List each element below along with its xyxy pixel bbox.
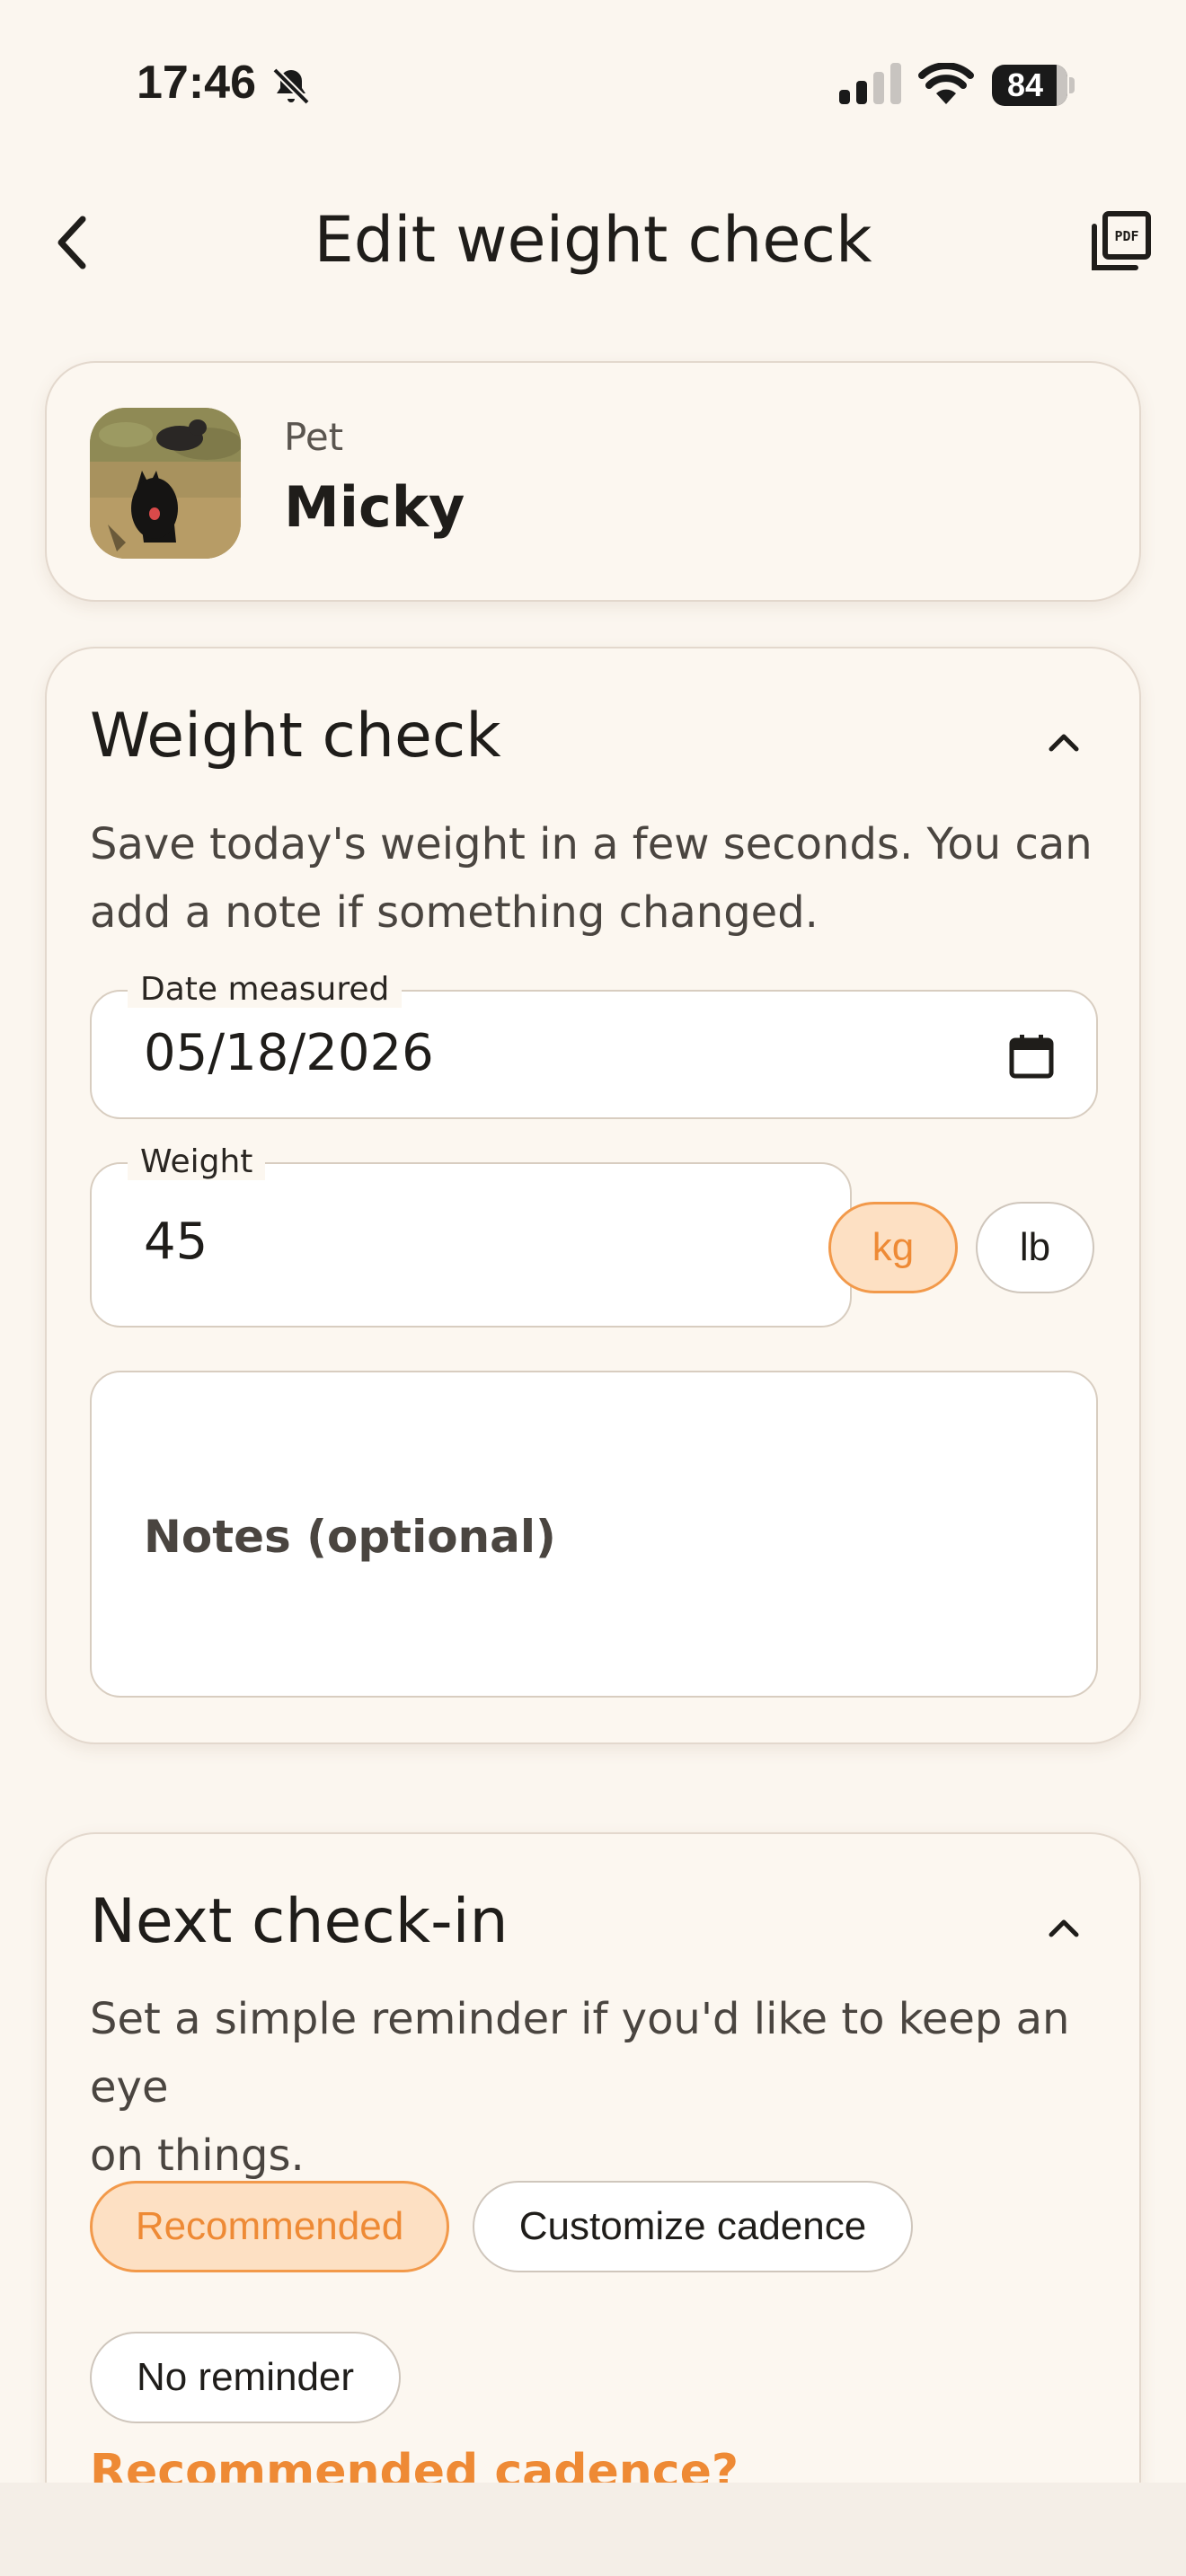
next-checkin-card: Next check-in Set a simple reminder if y… [45,1832,1141,2483]
pet-card[interactable]: Pet Micky [45,361,1141,602]
weight-check-description: Save today's weight in a few seconds. Yo… [90,810,1105,947]
unit-kg-button[interactable]: kg [828,1202,958,1293]
date-measured-label: Date measured [128,972,403,1008]
screen: 17:46 84 Edit weight check PDF Pet Micky… [0,0,1186,2483]
battery-icon: 84 [992,65,1075,108]
page-title: Edit weight check [314,203,872,277]
weight-check-card: Weight check Save today's weight in a fe… [45,647,1141,1744]
pet-photo-image [90,408,241,559]
battery-level: 84 [1006,66,1044,103]
next-checkin-description: Set a simple reminder if you'd like to k… [90,1985,1105,2190]
customize-cadence-option[interactable]: Customize cadence [473,2181,913,2272]
cellular-signal-icon [839,63,901,104]
recommended-option[interactable]: Recommended [90,2181,449,2272]
next-checkin-description-line1: Set a simple reminder if you'd like to k… [90,1994,1070,2113]
back-arrow-icon[interactable] [45,207,108,278]
chevron-up-icon[interactable] [1042,720,1085,763]
weight-value: 45 [144,1213,208,1271]
svg-text:PDF: PDF [1114,228,1138,244]
pet-name: Micky [284,474,465,540]
pet-avatar [90,408,241,559]
date-measured-field[interactable]: Date measured 05/18/2026 [90,972,1098,1119]
weight-field[interactable]: Weight 45 [90,1144,852,1328]
date-measured-value: 05/18/2026 [144,1024,434,1082]
calendar-icon[interactable] [1006,1031,1057,1081]
notes-placeholder: Notes (optional) [144,1511,556,1563]
no-reminder-option[interactable]: No reminder [90,2332,401,2423]
status-bar: 17:46 84 [0,0,1186,171]
status-time: 17:46 [137,57,256,109]
pet-label: Pet [284,415,344,459]
notes-field[interactable]: Notes (optional) [90,1371,1098,1698]
next-checkin-title: Next check-in [90,1886,509,1957]
next-checkin-description-line2: on things. [90,2130,305,2181]
bottom-bar [0,2483,1186,2576]
chevron-up-icon[interactable] [1042,1906,1085,1949]
bell-off-icon [272,67,310,105]
pdf-export-icon[interactable]: PDF [1089,210,1152,273]
weight-check-title: Weight check [90,701,501,772]
recommended-cadence-heading: Recommended cadence? [90,2445,739,2483]
weight-check-description-line1: Save today's weight in a few seconds. Yo… [90,819,1093,869]
wifi-icon [918,63,974,104]
unit-lb-button[interactable]: lb [976,1202,1094,1293]
weight-check-description-line2: add a note if something changed. [90,887,819,938]
weight-label: Weight [128,1144,266,1180]
